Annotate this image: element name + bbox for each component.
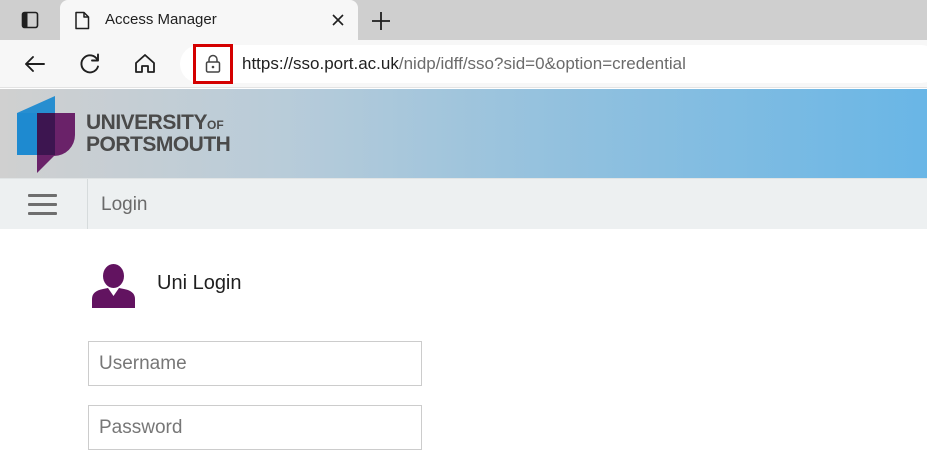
university-logo-text: UNIVERSITYOF PORTSMOUTH [86, 111, 231, 156]
nav-bar: Login [0, 178, 927, 229]
username-input[interactable] [88, 341, 422, 386]
password-input[interactable] [88, 405, 422, 450]
address-url[interactable]: https://sso.port.ac.uk/nidp/idff/sso?sid… [242, 54, 686, 74]
back-button[interactable] [21, 50, 49, 78]
reload-button[interactable] [76, 50, 104, 78]
document-icon [75, 11, 90, 30]
logo-line2: PORTSMOUTH [86, 133, 231, 156]
tab-actions-icon [21, 11, 39, 29]
nav-divider [87, 179, 88, 229]
logo-of: OF [207, 118, 224, 132]
tab-actions-button[interactable] [8, 6, 52, 34]
hamburger-menu-icon[interactable] [18, 192, 66, 218]
close-icon[interactable] [328, 10, 348, 30]
new-tab-button[interactable] [368, 8, 394, 34]
browser-tab[interactable]: Access Manager [60, 0, 358, 40]
logo-line1: UNIVERSITY [86, 111, 208, 134]
user-icon [92, 264, 135, 308]
lock-icon[interactable] [203, 54, 223, 74]
login-heading: Uni Login [157, 272, 242, 294]
tab-title: Access Manager [105, 11, 217, 28]
url-host: https://sso.port.ac.uk [242, 54, 399, 73]
browser-tabstrip: Access Manager [0, 0, 927, 40]
url-path: /nidp/idff/sso?sid=0&option=credential [398, 54, 686, 73]
home-button[interactable] [131, 50, 159, 78]
university-logo-icon[interactable] [15, 95, 77, 175]
nav-title: Login [101, 194, 148, 215]
